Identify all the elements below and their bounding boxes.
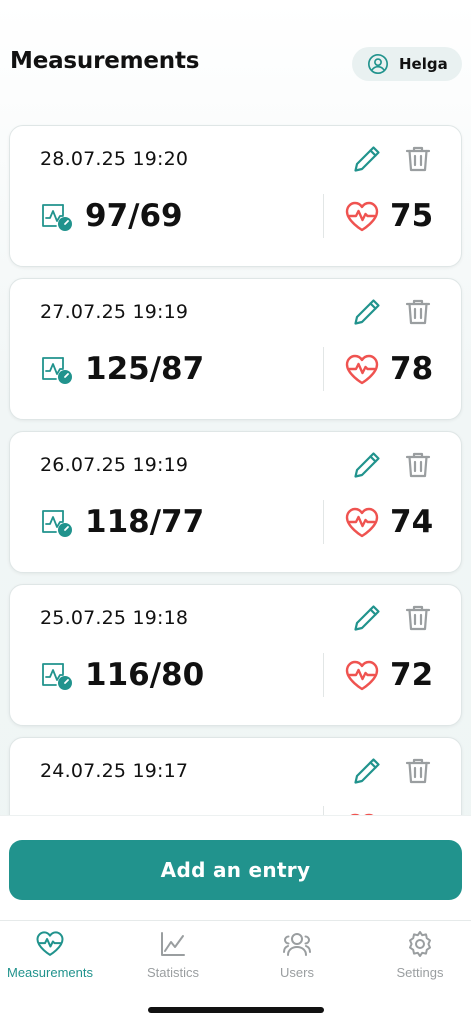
tab-settings[interactable]: Settings [361,929,471,989]
tab-bar: Measurements Statistics Users Settings [0,920,471,990]
tab-label: Measurements [7,965,93,980]
blood-pressure-icon [42,663,72,690]
header: Measurements Helga [0,38,471,90]
home-indicator[interactable] [148,1007,324,1013]
user-circle-icon [368,54,388,74]
blood-pressure-icon [42,510,72,537]
measurement-card: 27.07.25 19:19 125/87 78 [9,278,462,420]
pulse-value: 75 [390,198,434,234]
pulse-value: 74 [390,504,434,540]
users-icon [283,933,311,956]
heart-pulse-icon [345,507,379,538]
heart-pulse-icon [36,931,64,956]
trash-icon[interactable] [402,143,434,175]
measurement-card: 24.07.25 19:17 [9,737,462,815]
pulse-value: 78 [390,351,434,387]
blood-pressure-value: 125/87 [85,351,205,387]
measurement-list[interactable]: Measurements Helga 28.07.25 19:20 97/69 [0,0,471,815]
blood-pressure-value: 118/77 [85,504,205,540]
edit-pencil-icon[interactable] [351,602,383,634]
blood-pressure-value: 116/80 [85,657,205,693]
bottom-panel: Add an entry Measurements Statistics Use… [0,815,471,1024]
measurement-date: 26.07.25 19:19 [40,454,189,476]
edit-pencil-icon[interactable] [351,755,383,787]
edit-pencil-icon[interactable] [351,449,383,481]
pulse-value: 72 [390,657,434,693]
gear-icon [409,931,431,957]
page-title: Measurements [10,48,200,74]
tab-label: Statistics [146,965,199,980]
trash-icon[interactable] [402,449,434,481]
measurement-card: 28.07.25 19:20 97/69 75 [9,125,462,267]
heart-pulse-icon [345,660,379,691]
measurement-card: 26.07.25 19:19 118/77 74 [9,431,462,573]
heart-pulse-icon [345,354,379,385]
chart-line-icon [161,932,185,956]
user-switcher-button[interactable]: Helga [352,47,462,81]
divider [323,806,324,815]
divider [323,347,324,391]
divider [323,500,324,544]
edit-pencil-icon[interactable] [351,296,383,328]
trash-icon[interactable] [402,602,434,634]
blood-pressure-icon [42,204,72,231]
trash-icon[interactable] [402,296,434,328]
heart-pulse-icon [345,201,379,232]
blood-pressure-value: 97/69 [85,198,183,234]
trash-icon[interactable] [402,755,434,787]
divider [323,653,324,697]
measurement-date: 27.07.25 19:19 [40,301,189,323]
measurement-date: 28.07.25 19:20 [40,148,189,170]
divider [323,194,324,238]
measurement-card: 25.07.25 19:18 116/80 72 [9,584,462,726]
edit-pencil-icon[interactable] [351,143,383,175]
tab-label: Users [280,965,314,980]
measurement-date: 24.07.25 19:17 [40,760,189,782]
blood-pressure-icon [42,357,72,384]
tab-statistics[interactable]: Statistics [114,929,232,989]
add-entry-button[interactable]: Add an entry [9,840,462,900]
tab-users[interactable]: Users [238,929,356,989]
user-name: Helga [399,55,448,73]
measurement-date: 25.07.25 19:18 [40,607,189,629]
tab-measurements[interactable]: Measurements [0,929,109,989]
tab-label: Settings [396,965,444,980]
